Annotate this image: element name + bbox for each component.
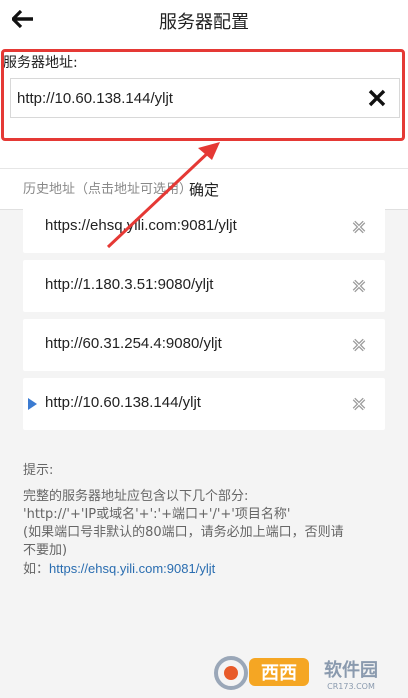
tips-example-url: https://ehsq.yili.com:9081/yljt [49,561,216,576]
site-watermark-logo: 西西 软件园 CR173.COM [214,656,378,691]
app-header: 服务器配置 [0,0,408,44]
delete-icon[interactable] [351,219,367,235]
selected-pointer-icon [28,398,37,410]
history-item[interactable]: https://ehsq.yili.com:9081/yljt [23,201,385,253]
tips-section: 提示: 完整的服务器地址应包含以下几个部分: 'http://'+'IP或域名'… [23,462,393,579]
history-label: 历史地址（点击地址可选用）: [23,182,197,197]
history-item-selected[interactable]: http://10.60.138.144/yljt [23,378,385,430]
watermark-brand-2: 软件园 [324,659,378,681]
history-url: https://ehsq.yili.com:9081/yljt [45,217,237,234]
tips-line: 不要加) [23,543,68,558]
history-url: http://1.180.3.51:9080/yljt [45,276,214,293]
delete-icon[interactable] [351,337,367,353]
history-url: http://10.60.138.144/yljt [45,394,201,411]
history-item[interactable]: http://60.31.254.4:9080/yljt [23,319,385,371]
server-address-field [10,78,400,118]
history-url: http://60.31.254.4:9080/yljt [45,335,222,352]
tips-line: 完整的服务器地址应包含以下几个部分: [23,489,249,504]
watermark-site: CR173.COM [327,682,375,691]
server-panel: 服务器地址: 确定 [0,44,408,210]
delete-icon[interactable] [351,396,367,412]
watermark-brand-1: 西西 [261,663,297,684]
tips-example: 如：https://ehsq.yili.com:9081/yljt [23,560,393,579]
page-title: 服务器配置 [159,12,249,33]
tips-line: (如果端口号非默认的80端口，请务必加上端口，否则请 [23,525,344,540]
clear-button[interactable] [365,86,389,110]
server-address-input[interactable] [17,79,357,117]
tips-line: 'http://'+'IP或域名'+':'+端口+'/'+'项目名称' [23,507,291,522]
history-item[interactable]: http://1.180.3.51:9080/yljt [23,260,385,312]
close-icon [368,89,386,107]
tips-example-prefix: 如： [23,562,50,577]
delete-icon[interactable] [351,278,367,294]
server-address-label: 服务器地址: [3,55,78,71]
tips-title: 提示: [23,463,54,478]
